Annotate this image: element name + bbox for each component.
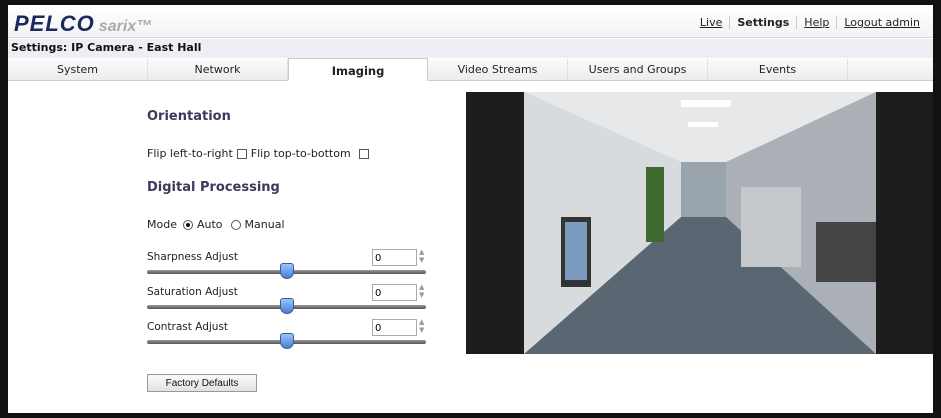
flip-lr-label: Flip left-to-right	[147, 147, 233, 160]
mode-label: Mode	[147, 218, 177, 231]
sharpness-label: Sharpness Adjust	[147, 251, 238, 263]
settings-panel: PELCO sarix™ Live Settings Help Logout ad…	[8, 5, 933, 413]
tab-bar: System Network Imaging Video Streams Use…	[8, 58, 933, 81]
mode-manual-radio[interactable]	[230, 219, 241, 230]
contrast-label: Contrast Adjust	[147, 321, 229, 333]
nav-logout[interactable]: Logout admin	[836, 16, 927, 29]
flip-tb-checkbox[interactable]	[358, 148, 369, 159]
nav-live[interactable]: Live	[693, 16, 729, 29]
tab-users-and-groups[interactable]: Users and Groups	[568, 59, 708, 80]
sharpness-adjust: Sharpness Adjust 0 ▲ ▼	[147, 248, 429, 285]
flip-tb-label: Flip top-to-bottom	[250, 147, 351, 160]
header: PELCO sarix™ Live Settings Help Logout ad…	[8, 5, 933, 38]
sharpness-spinner[interactable]: ▲ ▼	[419, 248, 424, 264]
flip-lr-checkbox[interactable]	[236, 148, 247, 159]
nav-help[interactable]: Help	[796, 16, 836, 29]
digital-processing-heading: Digital Processing	[147, 180, 280, 195]
sharpness-slider-thumb[interactable]	[279, 263, 294, 279]
saturation-spinner[interactable]: ▲ ▼	[419, 283, 424, 299]
mode-manual-label: Manual	[244, 218, 285, 231]
nav-settings[interactable]: Settings	[729, 16, 796, 29]
camera-preview	[466, 92, 933, 354]
sharpness-input[interactable]: 0	[372, 249, 417, 266]
logo-text: PELCO	[14, 11, 95, 36]
tab-system[interactable]: System	[8, 59, 148, 80]
saturation-input[interactable]: 0	[372, 284, 417, 301]
tab-video-streams[interactable]: Video Streams	[428, 59, 568, 80]
tab-network[interactable]: Network	[148, 59, 288, 80]
product-name: sarix™	[98, 18, 153, 35]
mode-auto-label: Auto	[196, 218, 223, 231]
factory-defaults-button[interactable]: Factory Defaults	[147, 374, 257, 392]
saturation-adjust: Saturation Adjust 0 ▲ ▼	[147, 283, 429, 320]
contrast-slider-thumb[interactable]	[279, 333, 294, 349]
tab-imaging[interactable]: Imaging	[288, 58, 428, 81]
contrast-adjust: Contrast Adjust 0 ▲ ▼	[147, 318, 429, 355]
contrast-spinner[interactable]: ▲ ▼	[419, 318, 424, 334]
mode-auto-radio[interactable]	[182, 219, 193, 230]
saturation-slider-thumb[interactable]	[279, 298, 294, 314]
page-title: Settings: IP Camera - East Hall	[8, 39, 933, 58]
saturation-label: Saturation Adjust	[147, 286, 238, 298]
tab-events[interactable]: Events	[708, 59, 848, 80]
orientation-heading: Orientation	[147, 109, 231, 124]
pelco-logo: PELCO sarix™	[14, 11, 152, 37]
contrast-input[interactable]: 0	[372, 319, 417, 336]
top-nav: Live Settings Help Logout admin	[693, 16, 927, 29]
corridor-image	[524, 92, 876, 354]
